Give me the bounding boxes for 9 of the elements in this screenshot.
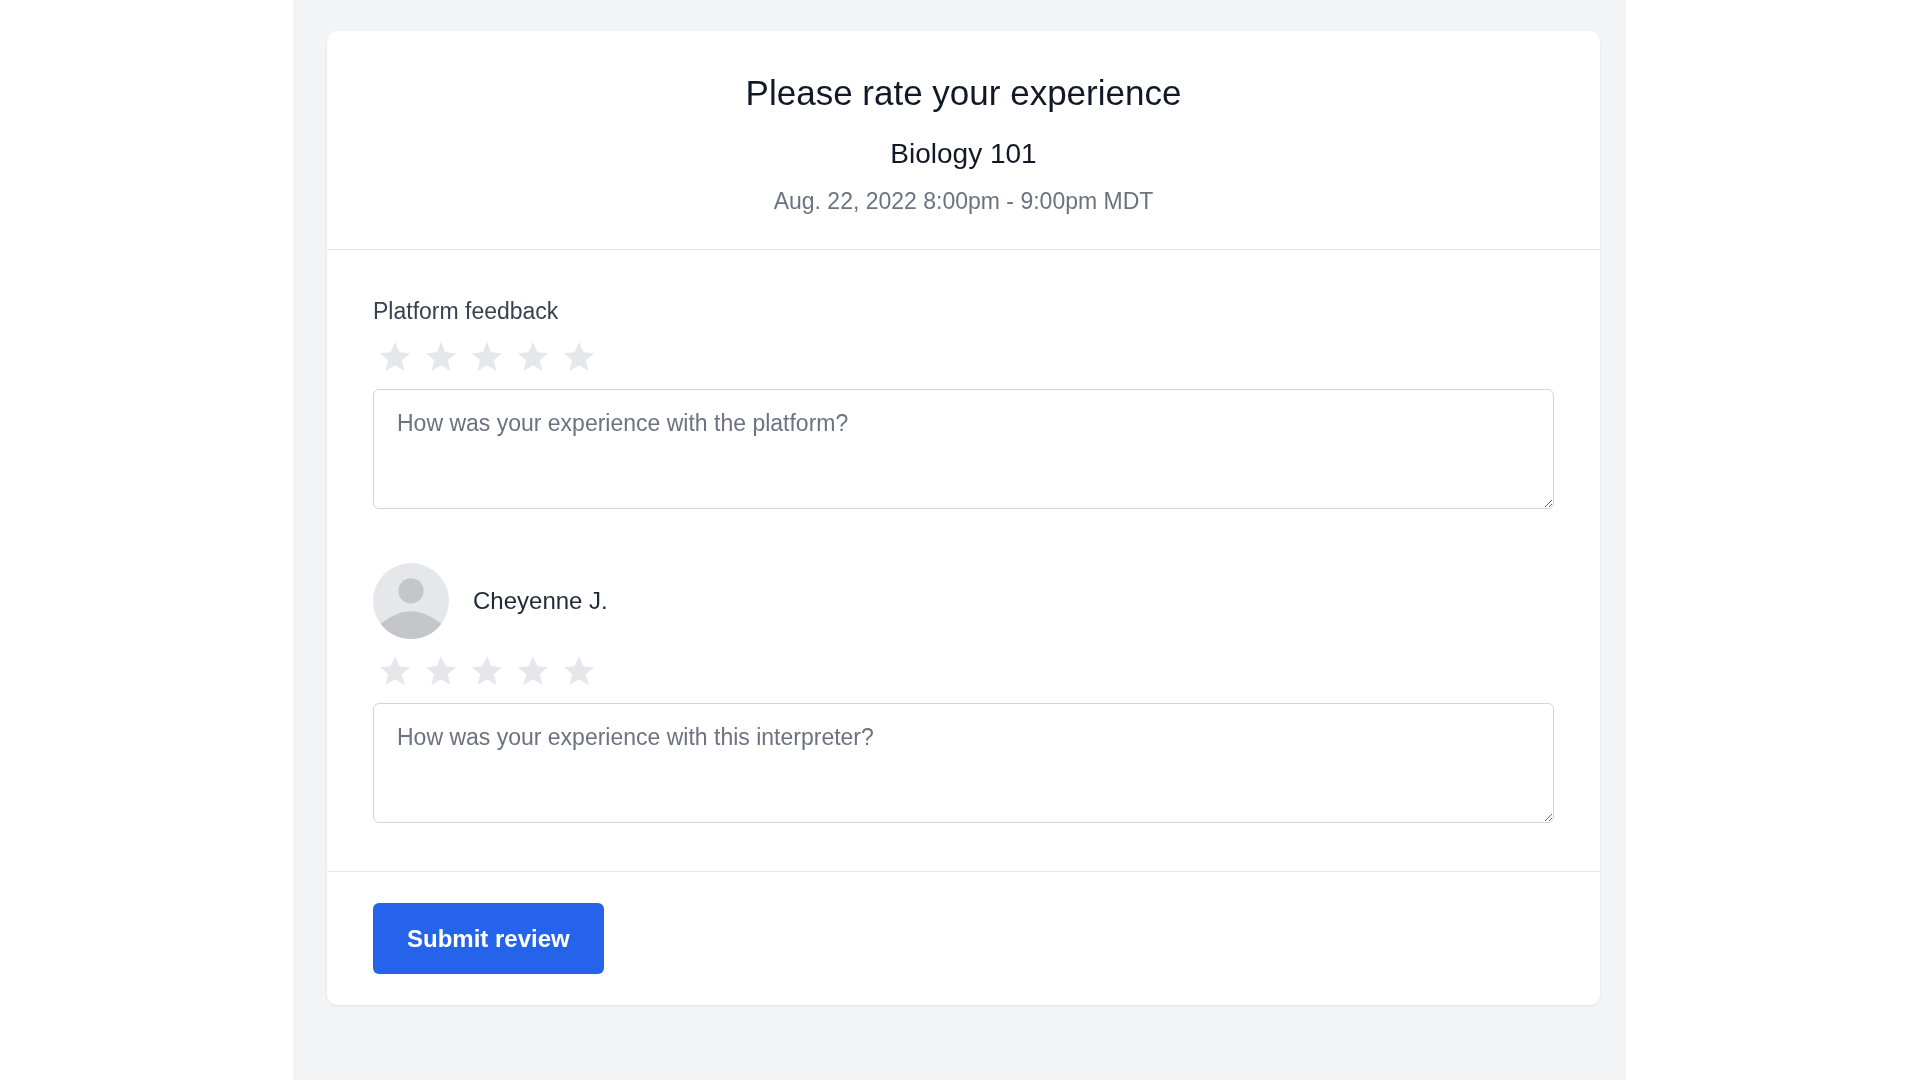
feedback-field[interactable]: How was your experience with the platform? bbox=[373, 389, 1554, 509]
avatar-icon bbox=[373, 563, 449, 639]
submit-button[interactable]: Submit review bbox=[373, 903, 604, 974]
feedback-field[interactable]: How was your experience with this interpreter? bbox=[373, 703, 1554, 823]
section-label: Platform feedback bbox=[373, 298, 560, 325]
session-time: Aug. 22, 2022 8:00pm - 9:00pm MDT bbox=[773, 188, 1154, 215]
interpreter-name: Cheyenne J. bbox=[473, 587, 608, 615]
page-title: Please rate your experience bbox=[745, 73, 1182, 113]
course-name: Biology 101 bbox=[890, 138, 1037, 170]
